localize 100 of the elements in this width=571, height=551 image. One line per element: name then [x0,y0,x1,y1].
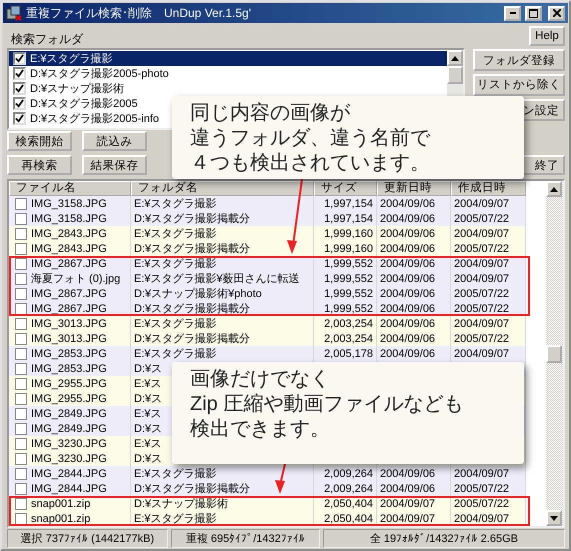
table-cell: 2005/07/22 [451,331,526,347]
column-header[interactable]: 作成日時 [451,181,526,196]
table-cell: 2,009,264 [314,466,377,482]
window-title: 重複ファイル検索･削除 UnDup Ver.1.5g' [26,4,252,22]
table-cell: D:¥スタグラ撮影掲載分 [131,301,314,317]
folder-item[interactable]: D:¥スナップ撮影術 [9,81,124,96]
checkbox[interactable] [15,438,27,450]
checkbox[interactable] [15,198,27,210]
table-cell: 2004/09/07 [377,496,451,512]
table-cell: 2004/09/06 [377,241,451,257]
checkbox[interactable] [15,258,27,270]
table-cell: 2,009,264 [314,481,377,497]
checkbox[interactable] [15,422,27,434]
checkbox[interactable] [15,302,27,314]
file-name: IMG_2955.JPG [31,378,107,390]
table-cell: 1,999,552 [314,256,377,272]
table-cell: 2004/09/07 [451,271,526,287]
scroll-down-icon [550,516,558,520]
column-header[interactable]: ファイル名 [9,181,131,196]
table-cell: 2004/09/06 [377,226,451,242]
minimize-button[interactable] [504,6,521,20]
help-button[interactable]: Help [529,26,565,46]
table-cell: 2004/09/06 [377,256,451,272]
table-cell: 1,999,552 [314,271,377,287]
checkbox[interactable] [15,408,27,420]
file-name: IMG_2844.JPG [31,468,107,480]
table-row[interactable]: IMG_2844.JPG D:¥スタグラ撮影掲載分 2,009,264 2004/09/06 2005/07/22 [9,481,546,496]
folder-item[interactable]: D:¥スタグラ撮影2005 [9,96,138,111]
action-button[interactable]: 読込み [82,131,147,151]
file-name: IMG_2844.JPG [31,482,107,494]
checkbox[interactable] [15,212,27,224]
scroll-thumb[interactable] [546,344,562,362]
checkbox[interactable] [15,468,27,480]
checkbox[interactable] [15,288,27,300]
checkbox[interactable] [15,272,27,284]
folder-item[interactable]: D:¥スタグラ撮影2005-photo [9,66,169,81]
callout-text: 同じ内容の画像が [190,101,350,126]
action-button[interactable]: 再検索 [7,155,72,175]
callout-text: 違うフォルダ、違う名前で [190,126,430,151]
checkbox[interactable] [15,318,27,330]
scroll-up-button[interactable] [546,181,562,197]
checkbox[interactable] [15,512,27,524]
checkbox[interactable] [15,452,27,464]
table-cell: 2005/07/22 [451,211,526,227]
file-name: IMG_3158.JPG [31,212,107,224]
table-cell: 2004/09/06 [377,271,451,287]
checkbox[interactable] [15,378,27,390]
table-cell: 2004/09/07 [451,346,526,362]
checkbox[interactable] [15,482,27,494]
scrollbar[interactable] [546,181,563,526]
checkbox[interactable] [15,362,27,374]
table-cell: 2004/09/06 [377,301,451,317]
action-button[interactable]: 検索開始 [7,131,72,151]
column-header[interactable]: フォルダ名 [131,181,314,196]
maximize-button[interactable] [525,6,542,20]
folder-button[interactable]: リストから除く [473,74,565,96]
table-cell: 2004/09/06 [377,331,451,347]
checkbox[interactable] [15,242,27,254]
checkbox[interactable] [15,348,27,360]
table-cell: E:¥スタグラ撮影 [131,511,314,526]
file-name: IMG_3013.JPG [31,332,107,344]
checkbox[interactable] [15,498,27,510]
scroll-up-icon [451,56,459,60]
action-button[interactable]: 結果保存 [82,155,147,175]
table-cell: 2,003,254 [314,331,377,347]
callout-text: ４つも検出されています。 [190,151,430,176]
folder-item[interactable]: E:¥スタグラ撮影 [9,51,447,66]
table-row[interactable]: snap001.zip E:¥スタグラ撮影 2,050,404 2004/09/07 2004/09/07 [9,511,546,526]
table-cell: D:¥スタグラ撮影掲載分 [131,331,314,347]
table-cell: E:¥スタグラ撮影 [131,316,314,332]
table-cell: 1,999,160 [314,241,377,257]
table-cell: 2004/09/06 [377,481,451,497]
table-cell: E:¥スタグラ撮影 [131,346,314,362]
checkbox[interactable] [15,332,27,344]
scroll-thumb[interactable] [447,66,463,84]
checkbox[interactable] [15,228,27,240]
table-cell: 1,999,160 [314,226,377,242]
table-cell: 2004/09/07 [451,511,526,526]
table-cell: 2004/09/07 [451,256,526,272]
table-cell: 2004/09/06 [377,196,451,212]
table-cell: E:¥スタグラ撮影 [131,466,314,482]
scroll-down-button[interactable] [546,510,562,526]
table-row[interactable]: IMG_2843.JPG D:¥スタグラ撮影掲載分 1,999,160 2004/09/06 2005/07/22 [9,241,546,256]
table-cell: 1,997,154 [314,196,377,212]
table-cell: D:¥スタグラ撮影掲載分 [131,241,314,257]
scroll-up-icon [550,186,558,192]
file-name: snap001.zip [31,512,90,524]
checkbox[interactable] [15,392,27,404]
file-name: IMG_2853.JPG [31,348,107,360]
scroll-up-button[interactable] [447,50,463,66]
folder-item[interactable]: D:¥スタグラ撮影2005-info [9,111,159,126]
table-cell: 2005/07/22 [451,286,526,302]
table-cell: D:¥スナップ撮影術 [131,496,314,512]
file-name: IMG_3230.JPG [31,438,107,450]
close-button[interactable] [548,6,565,20]
table-cell: E:¥スタグラ撮影 [131,226,314,242]
column-header[interactable]: 更新日時 [377,181,451,196]
folder-button[interactable]: フォルダ登録 [473,49,565,71]
table-cell: 2004/09/07 [451,196,526,212]
column-header[interactable]: サイズ [314,181,377,196]
